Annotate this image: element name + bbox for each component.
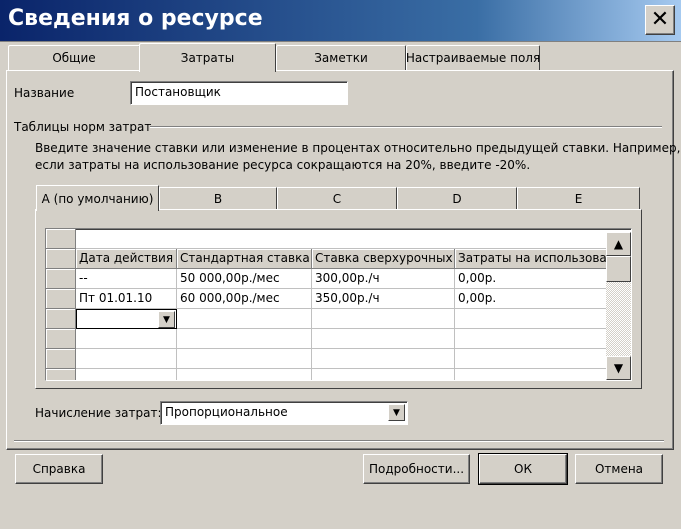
- table-cell[interactable]: 350,00р./ч: [312, 289, 455, 309]
- tab-rate-d[interactable]: D: [397, 187, 517, 209]
- arrow-up-icon: ▲: [613, 237, 624, 251]
- hint-text-line1: Введите значение ставки или изменение в …: [35, 141, 681, 155]
- tab-general[interactable]: Общие: [8, 45, 140, 70]
- chevron-down-icon: ▼: [393, 407, 400, 418]
- cell-edit-bar[interactable]: [76, 229, 631, 249]
- tab-costs[interactable]: Затраты: [139, 43, 276, 72]
- scroll-up-button[interactable]: ▲: [606, 232, 631, 256]
- column-header-standard-rate[interactable]: Стандартная ставка: [177, 249, 312, 269]
- table-cell[interactable]: [455, 369, 607, 380]
- table-cell[interactable]: 0,00р.: [455, 269, 607, 289]
- table-cell[interactable]: 300,00р./ч: [312, 269, 455, 289]
- column-header-overtime-rate[interactable]: Ставка сверхурочных: [312, 249, 455, 269]
- row-header[interactable]: [46, 289, 76, 309]
- table-cell[interactable]: --: [76, 269, 177, 289]
- table-cell[interactable]: [76, 369, 177, 380]
- chevron-down-icon: ▼: [163, 314, 170, 325]
- details-button[interactable]: Подробности...: [363, 454, 470, 484]
- scroll-track[interactable]: [606, 282, 631, 356]
- buttons-divider: [14, 440, 664, 442]
- table-cell[interactable]: [455, 309, 607, 329]
- accrual-select[interactable]: Пропорциональное ▼: [160, 401, 408, 425]
- table-cell[interactable]: [312, 349, 455, 369]
- column-header-date[interactable]: Дата действия: [76, 249, 177, 269]
- row-header[interactable]: [46, 309, 76, 329]
- table-cell[interactable]: [455, 329, 607, 349]
- table-cell[interactable]: [312, 329, 455, 349]
- name-label: Название: [14, 86, 75, 100]
- arrow-down-icon: ▼: [613, 361, 624, 375]
- date-dropdown-button[interactable]: ▼: [158, 311, 175, 328]
- row-header: [46, 249, 76, 269]
- hint-text-line2: если затраты на использование ресурса со…: [35, 158, 531, 172]
- table-cell[interactable]: [76, 349, 177, 369]
- corner-cell: [46, 229, 76, 249]
- table-cell[interactable]: [76, 329, 177, 349]
- accrual-dropdown-button[interactable]: ▼: [388, 404, 405, 421]
- table-cell[interactable]: 0,00р.: [455, 289, 607, 309]
- tab-notes[interactable]: Заметки: [276, 45, 406, 70]
- table-cell[interactable]: [177, 329, 312, 349]
- window-title: Сведения о ресурсе: [8, 6, 263, 31]
- tab-rate-e[interactable]: E: [517, 187, 640, 209]
- row-header[interactable]: [46, 349, 76, 369]
- rates-group-title: Таблицы норм затрат: [14, 120, 152, 134]
- close-button[interactable]: ✕: [645, 5, 675, 35]
- table-cell[interactable]: [177, 349, 312, 369]
- close-icon: ✕: [650, 7, 670, 32]
- table-cell[interactable]: [312, 309, 455, 329]
- row-header[interactable]: [46, 329, 76, 349]
- accrual-label: Начисление затрат:: [35, 406, 162, 420]
- table-cell[interactable]: [312, 369, 455, 380]
- group-divider: [150, 126, 662, 128]
- help-button[interactable]: Справка: [15, 454, 103, 484]
- column-header-per-use-cost[interactable]: Затраты на использование: [455, 249, 607, 269]
- tab-rate-a[interactable]: A (по умолчанию): [36, 185, 159, 211]
- tab-rate-c[interactable]: C: [277, 187, 397, 209]
- accrual-select-value: Пропорциональное: [165, 405, 288, 419]
- row-header[interactable]: [46, 269, 76, 289]
- date-cell-editor[interactable]: ▼: [76, 309, 177, 329]
- table-cell[interactable]: [177, 369, 312, 380]
- ok-button[interactable]: ОК: [478, 453, 568, 485]
- scroll-thumb[interactable]: [606, 256, 631, 282]
- scroll-down-button[interactable]: ▼: [606, 356, 631, 380]
- table-cell[interactable]: 50 000,00р./мес: [177, 269, 312, 289]
- tab-custom-fields[interactable]: Настраиваемые поля: [406, 45, 540, 70]
- table-cell[interactable]: [455, 349, 607, 369]
- table-cell[interactable]: [177, 309, 312, 329]
- rates-table[interactable]: Дата действия Стандартная ставка Ставка …: [45, 228, 632, 381]
- table-scrollbar[interactable]: ▲ ▼: [606, 232, 631, 380]
- cancel-button[interactable]: Отмена: [575, 454, 663, 484]
- table-cell[interactable]: 60 000,00р./мес: [177, 289, 312, 309]
- name-input[interactable]: Постановщик: [130, 81, 348, 105]
- tab-rate-b[interactable]: B: [159, 187, 277, 209]
- table-cell[interactable]: Пт 01.01.10: [76, 289, 177, 309]
- row-header[interactable]: [46, 369, 76, 380]
